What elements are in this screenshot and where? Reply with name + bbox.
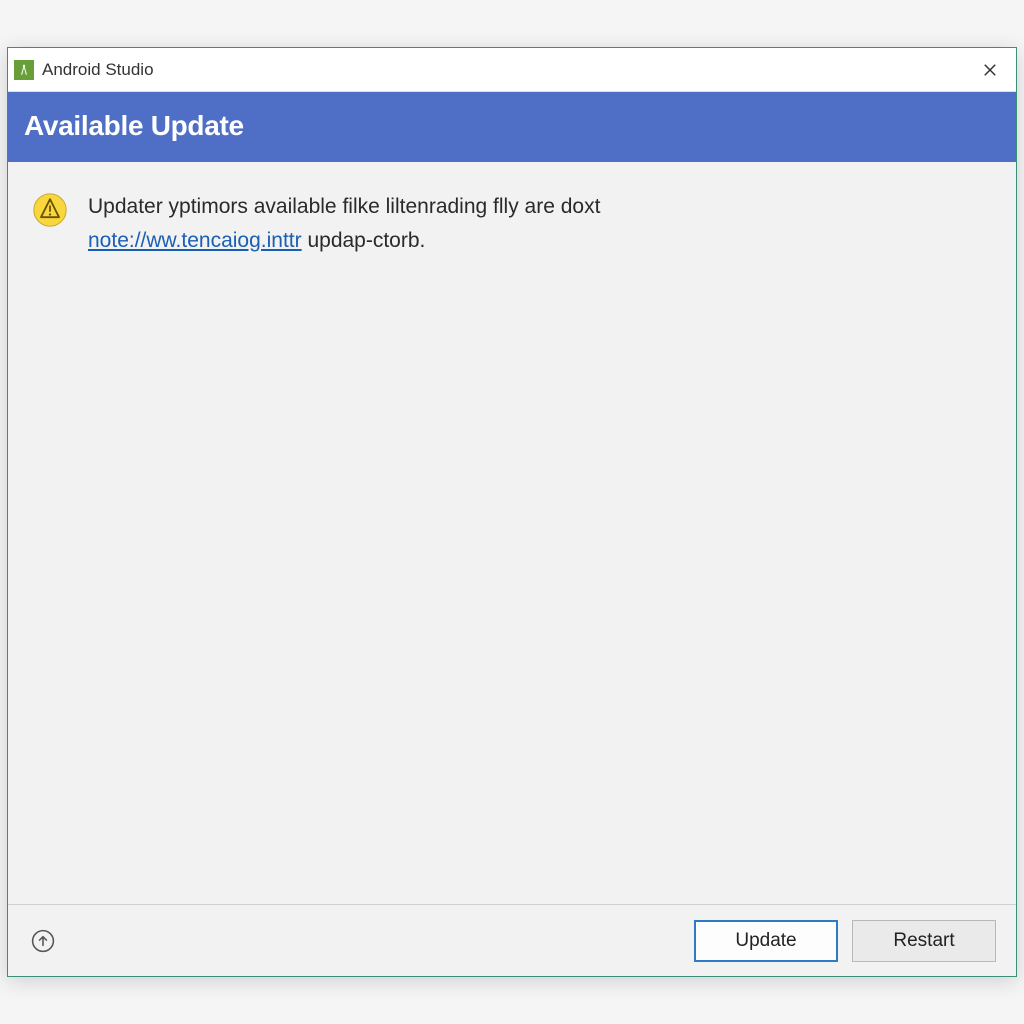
android-studio-icon xyxy=(14,60,34,80)
warning-icon xyxy=(32,192,68,228)
title-bar: Android Studio xyxy=(8,48,1016,92)
close-button[interactable] xyxy=(970,52,1010,88)
message-line-2: note://ww.tencaiog.inttr updap-ctorb. xyxy=(88,224,600,258)
upload-circle-icon xyxy=(30,928,56,954)
update-button[interactable]: Update xyxy=(694,920,838,962)
banner: Available Update xyxy=(8,92,1016,162)
window-title: Android Studio xyxy=(42,60,970,80)
message-suffix: updap-ctorb. xyxy=(302,229,426,252)
dialog-window: Android Studio Available Update Updater … xyxy=(7,47,1017,977)
footer-bar: Update Restart xyxy=(8,904,1016,976)
message-line-1: Updater yptimors available filke liltenr… xyxy=(88,190,600,224)
close-icon xyxy=(981,61,999,79)
content-area: Updater yptimors available filke liltenr… xyxy=(8,162,1016,904)
restart-button[interactable]: Restart xyxy=(852,920,996,962)
banner-title: Available Update xyxy=(24,110,1000,142)
message-block: Updater yptimors available filke liltenr… xyxy=(88,190,600,876)
release-notes-link[interactable]: note://ww.tencaiog.inttr xyxy=(88,229,302,252)
help-button[interactable] xyxy=(28,926,58,956)
